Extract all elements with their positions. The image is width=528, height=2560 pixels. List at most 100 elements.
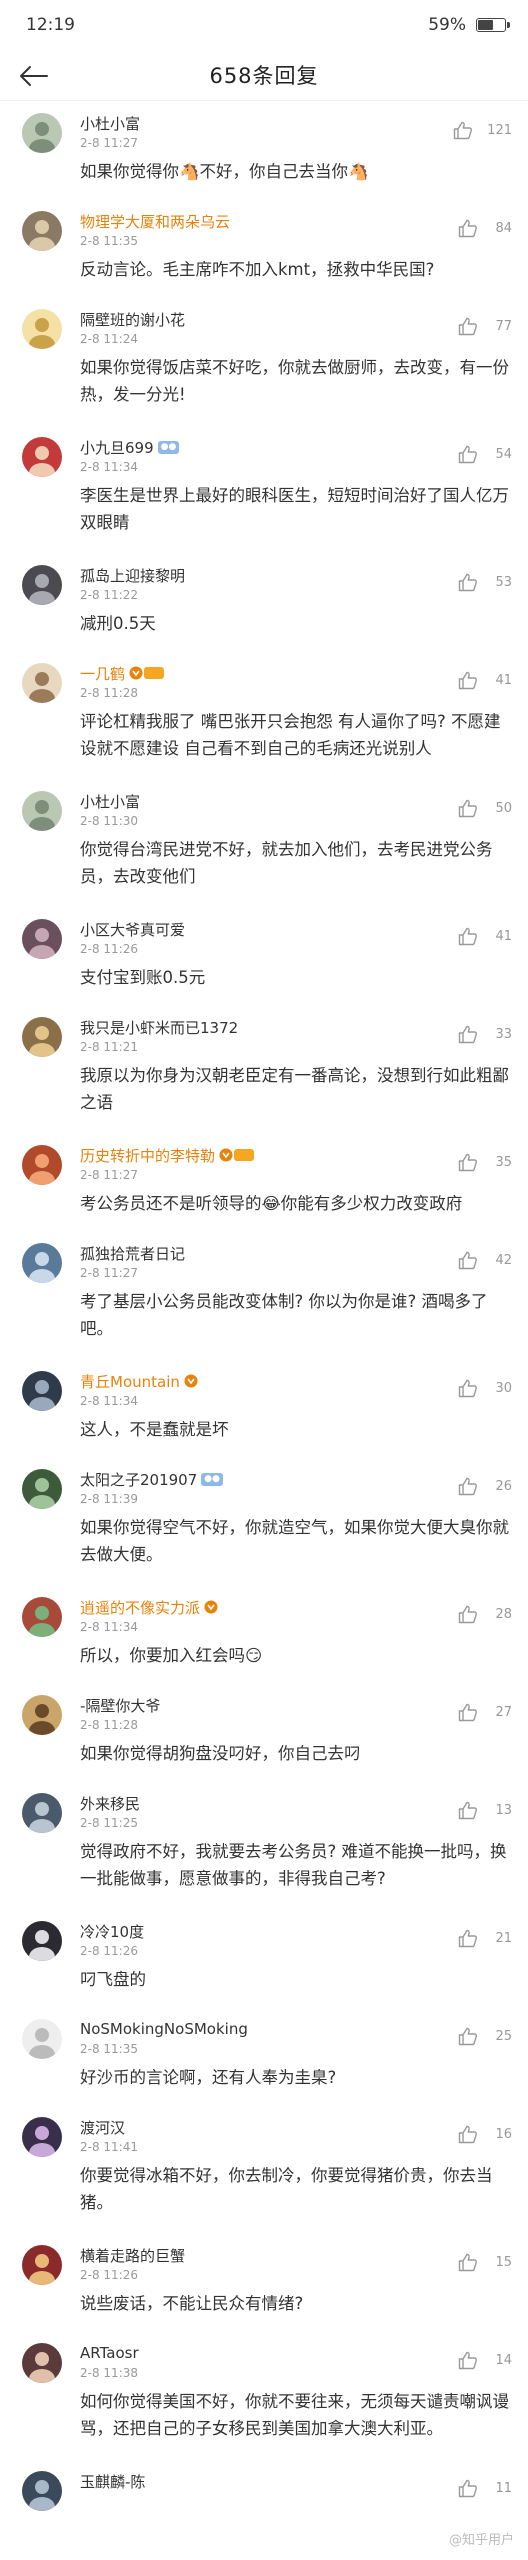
- like-button[interactable]: 84: [458, 219, 512, 238]
- like-button[interactable]: 28: [458, 1605, 512, 1624]
- avatar[interactable]: [22, 2245, 62, 2285]
- avatar[interactable]: [22, 663, 62, 703]
- comment-item[interactable]: 逍遥的不像实力派 2-8 11:34 所以，你要加入红会吗😏 28: [0, 1585, 528, 1683]
- avatar[interactable]: [22, 1469, 62, 1509]
- comment-date: 2-8 11:26: [80, 942, 138, 956]
- comment-text: 支付宝到账0.5元: [80, 968, 206, 987]
- username[interactable]: 隔壁班的谢小花: [80, 309, 185, 330]
- username[interactable]: 小杜小富: [80, 113, 140, 134]
- comment-body: ARTaosr 2-8 11:38 如何你觉得美国不好，你就不要往来，无须每天谴责嘲…: [80, 2341, 512, 2449]
- comment-item[interactable]: 我只是小虾米而已1372 2-8 11:21 我原以为你身为汉朝老臣定有一番高论，没…: [0, 1005, 528, 1133]
- avatar[interactable]: [22, 211, 62, 251]
- comment-item[interactable]: 小杜小富 2-8 11:27 如果你觉得你🐴不好，你自己去当你🐴 121: [0, 101, 528, 199]
- comment-body: 太阳之子201907 ●● 2-8 11:39 如果你觉得空气不好，你就造空气，如果你…: [80, 1467, 512, 1575]
- like-button[interactable]: 26: [458, 1477, 512, 1496]
- thumbs-up-icon: [458, 2351, 477, 2370]
- username[interactable]: 逍遥的不像实力派: [80, 1597, 200, 1618]
- like-button[interactable]: 11: [458, 2479, 512, 2498]
- username[interactable]: 一几鹤: [80, 663, 125, 684]
- comment-item[interactable]: 物理学大厦和两朵乌云 2-8 11:35 反动言论。毛主席咋不加入kmt，拯救中华民…: [0, 199, 528, 297]
- username[interactable]: 青丘Mountain: [80, 1371, 180, 1392]
- comment-item[interactable]: 冷冷10度 2-8 11:26 叼飞盘的 21: [0, 1909, 528, 2007]
- avatar[interactable]: [22, 919, 62, 959]
- like-button[interactable]: 53: [458, 573, 512, 592]
- avatar[interactable]: [22, 2019, 62, 2059]
- username[interactable]: 历史转折中的李特勒: [80, 1145, 215, 1166]
- comment-item[interactable]: 历史转折中的李特勒 2-8 11:27 考公务员还不是听领导的😂你能有多少权力改变政…: [0, 1133, 528, 1231]
- like-count: 121: [487, 123, 512, 138]
- username[interactable]: 小区大爷真可爱: [80, 919, 185, 940]
- username[interactable]: 冷冷10度: [80, 1921, 144, 1942]
- comment-item[interactable]: 玉麒麟-陈 11: [0, 2459, 528, 2511]
- username[interactable]: 我只是小虾米而已1372: [80, 1017, 238, 1038]
- username[interactable]: -隔壁你大爷: [80, 1695, 160, 1716]
- like-button[interactable]: 16: [458, 2125, 512, 2144]
- avatar[interactable]: [22, 2471, 62, 2511]
- username[interactable]: 物理学大厦和两朵乌云: [80, 211, 230, 232]
- like-button[interactable]: 54: [458, 445, 512, 464]
- avatar[interactable]: [22, 113, 62, 153]
- like-button[interactable]: 77: [458, 317, 512, 336]
- avatar[interactable]: [22, 1243, 62, 1283]
- username[interactable]: 孤岛上迎接黎明: [80, 565, 185, 586]
- comment-item[interactable]: NoSMokingNoSMoking 2-8 11:35 好沙币的言论啊，还有人奉为…: [0, 2007, 528, 2105]
- username[interactable]: 横着走路的巨蟹: [80, 2245, 185, 2266]
- thumbs-up-icon: [458, 1477, 477, 1496]
- like-button[interactable]: 41: [458, 671, 512, 690]
- comment-item[interactable]: 小区大爷真可爱 2-8 11:26 支付宝到账0.5元 41: [0, 907, 528, 1005]
- username[interactable]: 玉麒麟-陈: [80, 2471, 145, 2492]
- username[interactable]: 小九旦699: [80, 437, 154, 458]
- username[interactable]: 太阳之子201907: [80, 1469, 197, 1490]
- avatar[interactable]: [22, 1695, 62, 1735]
- like-button[interactable]: 25: [458, 2027, 512, 2046]
- avatar[interactable]: [22, 1017, 62, 1057]
- like-button[interactable]: 21: [458, 1929, 512, 1948]
- avatar[interactable]: [22, 2343, 62, 2383]
- avatar[interactable]: [22, 2117, 62, 2157]
- avatar[interactable]: [22, 437, 62, 477]
- comment-item[interactable]: 孤独拾荒者日记 2-8 11:27 考了基层小公务员能改变体制? 你以为你是谁? 酒…: [0, 1231, 528, 1359]
- avatar[interactable]: [22, 1145, 62, 1185]
- comment-item[interactable]: 小杜小富 2-8 11:30 你觉得台湾民进党不好，就去加入他们，去考民进党公务员，…: [0, 779, 528, 907]
- like-button[interactable]: 41: [458, 927, 512, 946]
- like-button[interactable]: 50: [458, 799, 512, 818]
- like-button[interactable]: 35: [458, 1153, 512, 1172]
- like-button[interactable]: 15: [458, 2253, 512, 2272]
- comment-item[interactable]: 孤岛上迎接黎明 2-8 11:22 减刑0.5天 53: [0, 553, 528, 651]
- avatar[interactable]: [22, 1921, 62, 1961]
- avatar[interactable]: [22, 309, 62, 349]
- like-button[interactable]: 121: [453, 121, 512, 140]
- comment-item[interactable]: 渡河汉 2-8 11:41 你要觉得冰箱不好，你去制冷，你要觉得猪价贵，你去当猪。 1…: [0, 2105, 528, 2233]
- comment-item[interactable]: 一几鹤 2-8 11:28 评论杠精我服了 嘴巴张开只会抱怨 有人逼你了吗? 不愿建…: [0, 651, 528, 779]
- back-button[interactable]: [14, 59, 54, 93]
- comment-item[interactable]: 隔壁班的谢小花 2-8 11:24 如果你觉得饭店菜不好吃，你就去做厨师，去改变，有…: [0, 297, 528, 425]
- username[interactable]: NoSMokingNoSMoking: [80, 2020, 248, 2038]
- like-button[interactable]: 42: [458, 1251, 512, 1270]
- username[interactable]: 渡河汉: [80, 2117, 125, 2138]
- username[interactable]: ARTaosr: [80, 2344, 139, 2362]
- like-button[interactable]: 30: [458, 1379, 512, 1398]
- avatar[interactable]: [22, 791, 62, 831]
- comment-item[interactable]: 横着走路的巨蟹 2-8 11:26 说些废话，不能让民众有情绪? 15: [0, 2233, 528, 2331]
- username[interactable]: 小杜小富: [80, 791, 140, 812]
- comment-body: NoSMokingNoSMoking 2-8 11:35 好沙币的言论啊，还有人奉为…: [80, 2017, 512, 2095]
- status-right: 59%: [428, 15, 510, 35]
- comment-item[interactable]: -隔壁你大爷 2-8 11:28 如果你觉得胡狗盘没叼好，你自己去叼 27: [0, 1683, 528, 1781]
- avatar[interactable]: [22, 565, 62, 605]
- comment-item[interactable]: 太阳之子201907 ●● 2-8 11:39 如果你觉得空气不好，你就造空气，如果你…: [0, 1457, 528, 1585]
- comment-item[interactable]: 青丘Mountain 2-8 11:34 这人，不是蠢就是坏 30: [0, 1359, 528, 1457]
- like-button[interactable]: 33: [458, 1025, 512, 1044]
- comment-item[interactable]: 小九旦699 ●● 2-8 11:34 李医生是世界上最好的眼科医生，短短时间治好了国…: [0, 425, 528, 553]
- comment-item[interactable]: 外来移民 2-8 11:25 觉得政府不好，我就要去考公务员? 难道不能换一批吗，换…: [0, 1781, 528, 1909]
- comment-item[interactable]: ARTaosr 2-8 11:38 如何你觉得美国不好，你就不要往来，无须每天谴责嘲…: [0, 2331, 528, 2459]
- like-button[interactable]: 13: [458, 1801, 512, 1820]
- comment-text: 减刑0.5天: [80, 614, 156, 633]
- username[interactable]: 孤独拾荒者日记: [80, 1243, 185, 1264]
- like-button[interactable]: 27: [458, 1703, 512, 1722]
- like-count: 53: [495, 575, 512, 590]
- avatar[interactable]: [22, 1371, 62, 1411]
- like-button[interactable]: 14: [458, 2351, 512, 2370]
- avatar[interactable]: [22, 1793, 62, 1833]
- avatar[interactable]: [22, 1597, 62, 1637]
- username[interactable]: 外来移民: [80, 1793, 140, 1814]
